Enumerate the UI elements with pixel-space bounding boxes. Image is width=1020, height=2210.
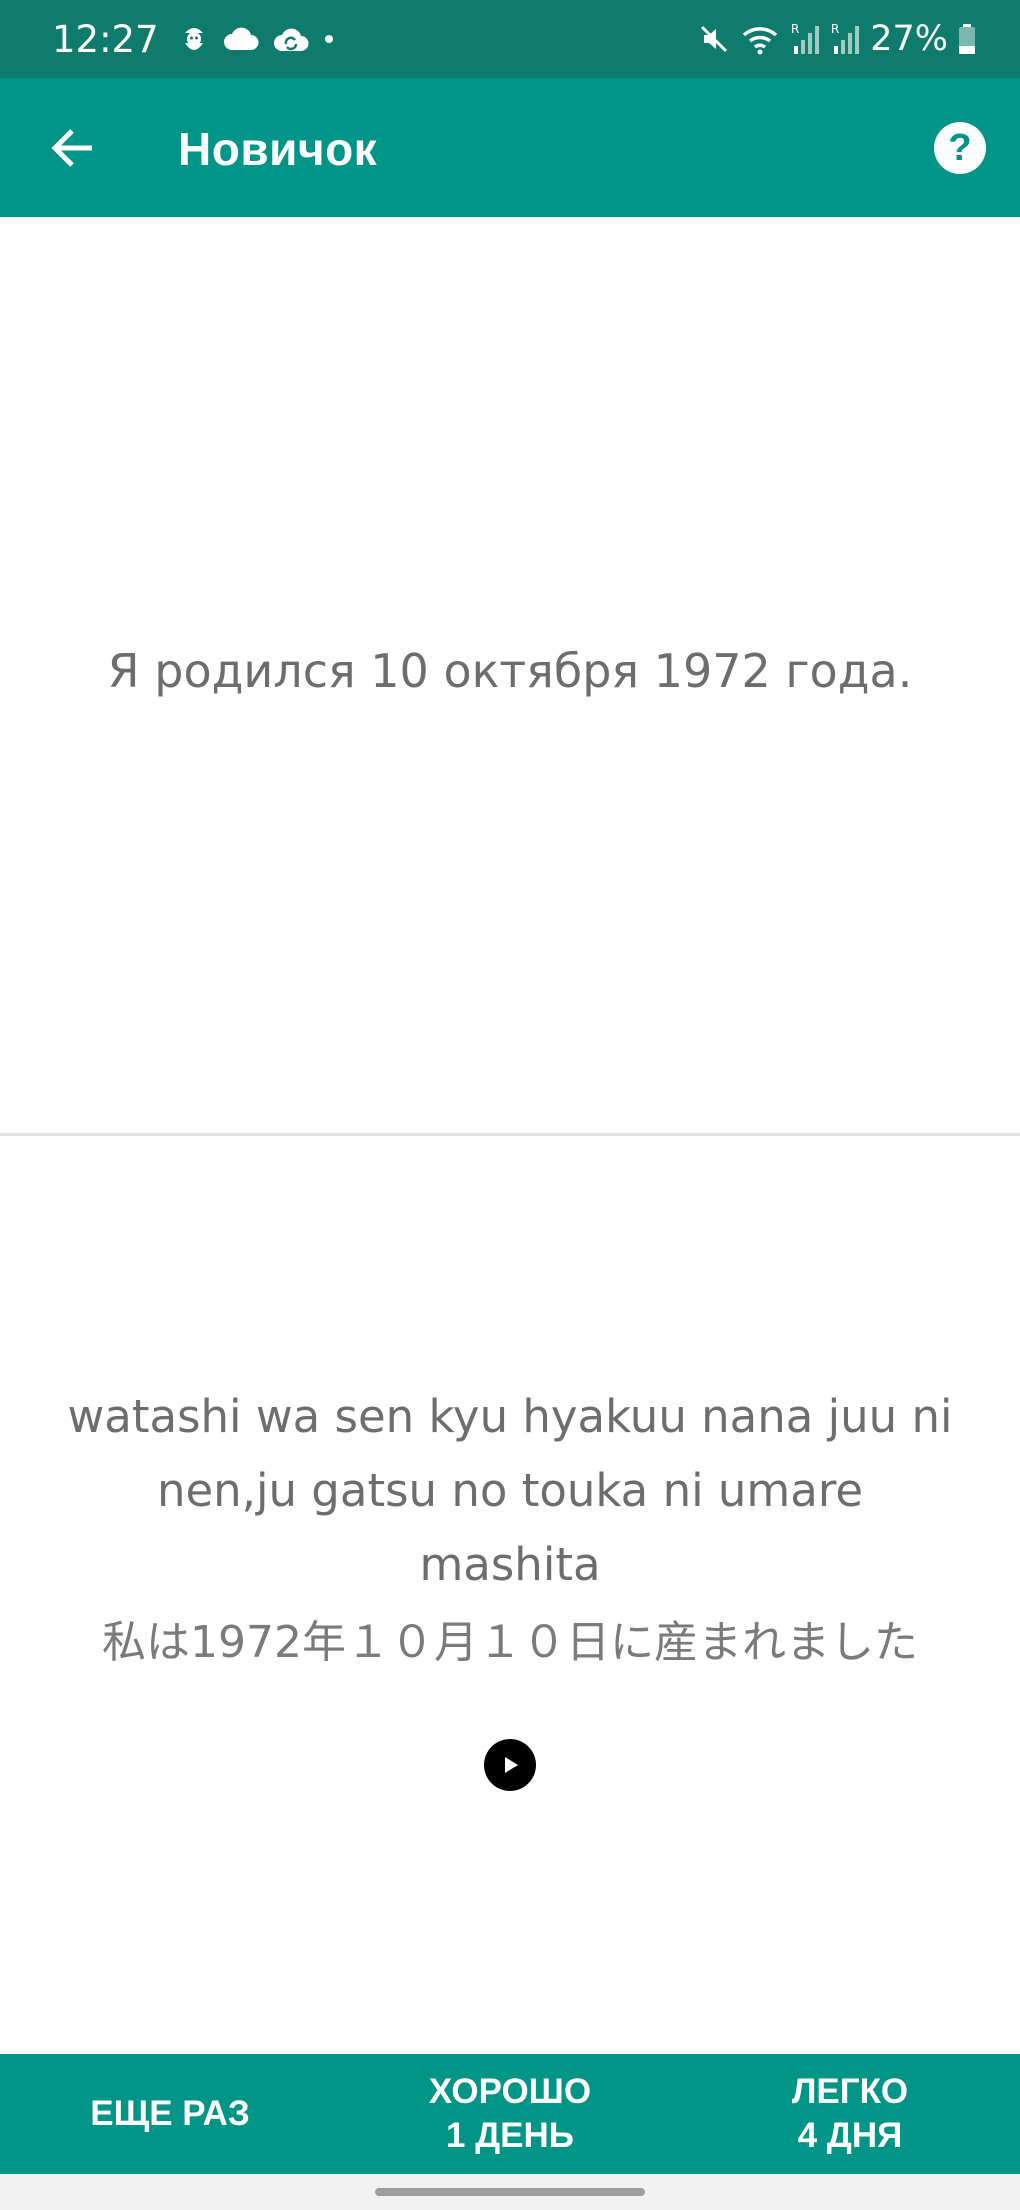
romaji-text: watashi wa sen kyu hyakuu nana juu ni ne… [60,1380,960,1602]
battery-icon [958,23,976,55]
santa-notification-icon [179,23,209,55]
cloud-icon [223,26,259,52]
play-icon [499,1754,521,1776]
good-interval: 1 ДЕНЬ [446,2116,574,2155]
svg-text:R: R [831,22,839,36]
good-label: ХОРОШО [428,2072,592,2111]
battery-percent: 27% [870,19,948,59]
card-back: watashi wa sen kyu hyakuu nana juu ni ne… [0,1136,1020,2054]
app-bar: Новичок ? [0,78,1020,217]
status-time: 12:27 [52,17,159,61]
status-icons-left [179,23,335,55]
cloud-sync-icon [273,25,309,53]
home-indicator[interactable] [375,2188,645,2196]
back-button[interactable] [44,120,100,176]
system-nav-bar [0,2174,1020,2210]
mute-icon [698,23,730,55]
help-button[interactable]: ? [934,122,986,174]
japanese-text: 私は1972年１０月１０日に産まれました [102,1617,918,1668]
signal-r-icon: R [830,22,860,56]
question-circle-icon: ? [948,126,972,169]
play-audio-button[interactable] [484,1739,536,1791]
easy-button[interactable]: ЛЕГКО 4 ДНЯ [680,2054,1020,2174]
romaji-line-2: nen,ju gatsu no touka ni umare mashita [156,1464,864,1591]
answer-bar: ЕЩЕ РАЗ ХОРОШО 1 ДЕНЬ ЛЕГКО 4 ДНЯ [0,2054,1020,2174]
arrow-left-icon [50,128,94,168]
status-right: R R 27% [698,19,976,59]
svg-text:R: R [791,22,799,36]
signal-r-icon: R [790,22,820,56]
again-label: ЕЩЕ РАЗ [90,2094,250,2133]
wifi-icon [740,23,780,55]
again-button[interactable]: ЕЩЕ РАЗ [0,2054,340,2174]
page-title: Новичок [178,123,378,175]
easy-interval: 4 ДНЯ [797,2116,903,2155]
romaji-line-1: watashi wa sen kyu hyakuu nana juu ni [67,1390,953,1443]
easy-label: ЛЕГКО [791,2072,909,2111]
status-left: 12:27 [52,18,335,61]
card-front: Я родился 10 октября 1972 года. [0,217,1020,1134]
dot-icon [323,33,335,45]
front-sentence: Я родился 10 октября 1972 года. [107,643,913,698]
good-button[interactable]: ХОРОШО 1 ДЕНЬ [340,2054,680,2174]
status-bar: 12:27 R R 27% [0,0,1020,78]
